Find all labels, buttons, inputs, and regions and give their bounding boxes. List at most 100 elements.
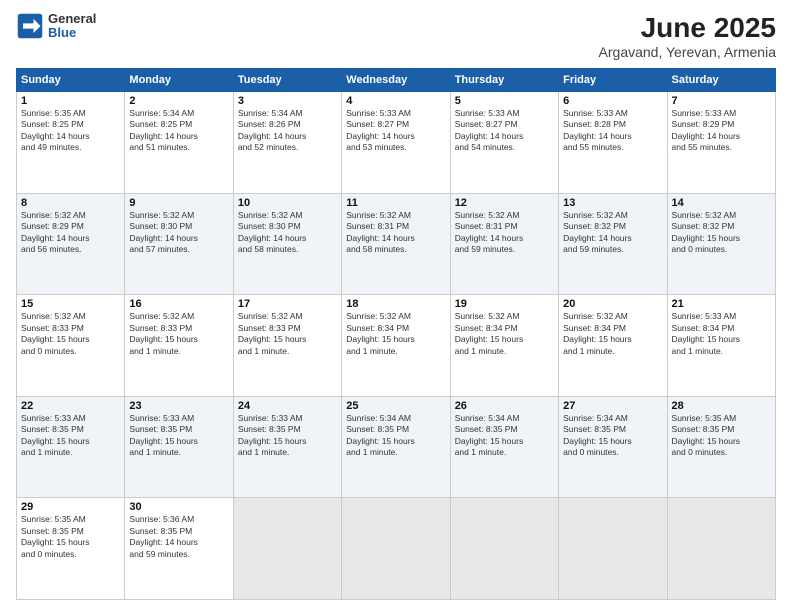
table-cell: 28Sunrise: 5:35 AM Sunset: 8:35 PM Dayli… [667, 396, 775, 498]
table-cell: 7Sunrise: 5:33 AM Sunset: 8:29 PM Daylig… [667, 92, 775, 194]
day-number: 8 [21, 197, 120, 209]
day-number: 15 [21, 298, 120, 310]
table-cell: 19Sunrise: 5:32 AM Sunset: 8:34 PM Dayli… [450, 295, 558, 397]
day-number: 11 [346, 197, 445, 209]
table-cell: 25Sunrise: 5:34 AM Sunset: 8:35 PM Dayli… [342, 396, 450, 498]
day-info: Sunrise: 5:32 AM Sunset: 8:31 PM Dayligh… [346, 210, 445, 256]
day-number: 4 [346, 95, 445, 107]
day-info: Sunrise: 5:33 AM Sunset: 8:27 PM Dayligh… [455, 108, 554, 154]
day-number: 3 [238, 95, 337, 107]
day-info: Sunrise: 5:32 AM Sunset: 8:33 PM Dayligh… [238, 311, 337, 357]
table-cell: 5Sunrise: 5:33 AM Sunset: 8:27 PM Daylig… [450, 92, 558, 194]
day-info: Sunrise: 5:34 AM Sunset: 8:25 PM Dayligh… [129, 108, 228, 154]
table-cell: 2Sunrise: 5:34 AM Sunset: 8:25 PM Daylig… [125, 92, 233, 194]
day-number: 26 [455, 400, 554, 412]
table-cell: 1Sunrise: 5:35 AM Sunset: 8:25 PM Daylig… [17, 92, 125, 194]
col-sunday: Sunday [17, 69, 125, 92]
day-info: Sunrise: 5:32 AM Sunset: 8:34 PM Dayligh… [346, 311, 445, 357]
day-number: 7 [672, 95, 771, 107]
table-cell: 15Sunrise: 5:32 AM Sunset: 8:33 PM Dayli… [17, 295, 125, 397]
calendar-row-5: 29Sunrise: 5:35 AM Sunset: 8:35 PM Dayli… [17, 498, 776, 600]
table-cell: 3Sunrise: 5:34 AM Sunset: 8:26 PM Daylig… [233, 92, 341, 194]
day-number: 9 [129, 197, 228, 209]
table-cell: 16Sunrise: 5:32 AM Sunset: 8:33 PM Dayli… [125, 295, 233, 397]
logo: General Blue [16, 12, 96, 41]
day-number: 18 [346, 298, 445, 310]
day-info: Sunrise: 5:32 AM Sunset: 8:33 PM Dayligh… [129, 311, 228, 357]
table-cell [450, 498, 558, 600]
col-monday: Monday [125, 69, 233, 92]
logo-icon [16, 12, 44, 40]
day-number: 29 [21, 501, 120, 513]
table-cell [667, 498, 775, 600]
day-info: Sunrise: 5:32 AM Sunset: 8:31 PM Dayligh… [455, 210, 554, 256]
col-thursday: Thursday [450, 69, 558, 92]
logo-blue: Blue [48, 26, 96, 40]
calendar-page: General Blue June 2025 Argavand, Yerevan… [0, 0, 792, 612]
day-number: 30 [129, 501, 228, 513]
calendar-row-2: 8Sunrise: 5:32 AM Sunset: 8:29 PM Daylig… [17, 193, 776, 295]
day-info: Sunrise: 5:34 AM Sunset: 8:35 PM Dayligh… [563, 413, 662, 459]
table-cell: 22Sunrise: 5:33 AM Sunset: 8:35 PM Dayli… [17, 396, 125, 498]
day-info: Sunrise: 5:32 AM Sunset: 8:30 PM Dayligh… [238, 210, 337, 256]
table-cell: 13Sunrise: 5:32 AM Sunset: 8:32 PM Dayli… [559, 193, 667, 295]
day-info: Sunrise: 5:33 AM Sunset: 8:35 PM Dayligh… [238, 413, 337, 459]
day-number: 12 [455, 197, 554, 209]
day-number: 5 [455, 95, 554, 107]
day-info: Sunrise: 5:34 AM Sunset: 8:35 PM Dayligh… [455, 413, 554, 459]
table-cell: 21Sunrise: 5:33 AM Sunset: 8:34 PM Dayli… [667, 295, 775, 397]
day-number: 22 [21, 400, 120, 412]
day-info: Sunrise: 5:32 AM Sunset: 8:29 PM Dayligh… [21, 210, 120, 256]
day-number: 24 [238, 400, 337, 412]
calendar-header-row: Sunday Monday Tuesday Wednesday Thursday… [17, 69, 776, 92]
col-friday: Friday [559, 69, 667, 92]
day-number: 20 [563, 298, 662, 310]
header: General Blue June 2025 Argavand, Yerevan… [16, 12, 776, 60]
day-info: Sunrise: 5:33 AM Sunset: 8:28 PM Dayligh… [563, 108, 662, 154]
table-cell: 18Sunrise: 5:32 AM Sunset: 8:34 PM Dayli… [342, 295, 450, 397]
day-info: Sunrise: 5:33 AM Sunset: 8:34 PM Dayligh… [672, 311, 771, 357]
day-info: Sunrise: 5:32 AM Sunset: 8:34 PM Dayligh… [563, 311, 662, 357]
table-cell: 14Sunrise: 5:32 AM Sunset: 8:32 PM Dayli… [667, 193, 775, 295]
day-info: Sunrise: 5:33 AM Sunset: 8:35 PM Dayligh… [21, 413, 120, 459]
day-info: Sunrise: 5:35 AM Sunset: 8:35 PM Dayligh… [672, 413, 771, 459]
day-number: 21 [672, 298, 771, 310]
table-cell: 17Sunrise: 5:32 AM Sunset: 8:33 PM Dayli… [233, 295, 341, 397]
table-cell: 29Sunrise: 5:35 AM Sunset: 8:35 PM Dayli… [17, 498, 125, 600]
calendar-row-4: 22Sunrise: 5:33 AM Sunset: 8:35 PM Dayli… [17, 396, 776, 498]
page-title: June 2025 [599, 12, 776, 44]
title-area: June 2025 Argavand, Yerevan, Armenia [599, 12, 776, 60]
day-number: 25 [346, 400, 445, 412]
day-info: Sunrise: 5:34 AM Sunset: 8:26 PM Dayligh… [238, 108, 337, 154]
day-info: Sunrise: 5:33 AM Sunset: 8:27 PM Dayligh… [346, 108, 445, 154]
day-info: Sunrise: 5:32 AM Sunset: 8:30 PM Dayligh… [129, 210, 228, 256]
table-cell [559, 498, 667, 600]
day-info: Sunrise: 5:35 AM Sunset: 8:35 PM Dayligh… [21, 514, 120, 560]
table-cell: 26Sunrise: 5:34 AM Sunset: 8:35 PM Dayli… [450, 396, 558, 498]
calendar-row-3: 15Sunrise: 5:32 AM Sunset: 8:33 PM Dayli… [17, 295, 776, 397]
table-cell: 20Sunrise: 5:32 AM Sunset: 8:34 PM Dayli… [559, 295, 667, 397]
table-cell: 27Sunrise: 5:34 AM Sunset: 8:35 PM Dayli… [559, 396, 667, 498]
day-number: 14 [672, 197, 771, 209]
day-info: Sunrise: 5:32 AM Sunset: 8:33 PM Dayligh… [21, 311, 120, 357]
day-info: Sunrise: 5:32 AM Sunset: 8:34 PM Dayligh… [455, 311, 554, 357]
table-cell [342, 498, 450, 600]
day-number: 17 [238, 298, 337, 310]
table-cell: 11Sunrise: 5:32 AM Sunset: 8:31 PM Dayli… [342, 193, 450, 295]
day-number: 19 [455, 298, 554, 310]
day-number: 28 [672, 400, 771, 412]
logo-general: General [48, 12, 96, 26]
table-cell: 12Sunrise: 5:32 AM Sunset: 8:31 PM Dayli… [450, 193, 558, 295]
day-number: 23 [129, 400, 228, 412]
table-cell: 9Sunrise: 5:32 AM Sunset: 8:30 PM Daylig… [125, 193, 233, 295]
table-cell: 4Sunrise: 5:33 AM Sunset: 8:27 PM Daylig… [342, 92, 450, 194]
day-number: 13 [563, 197, 662, 209]
page-subtitle: Argavand, Yerevan, Armenia [599, 44, 776, 60]
table-cell: 10Sunrise: 5:32 AM Sunset: 8:30 PM Dayli… [233, 193, 341, 295]
day-number: 1 [21, 95, 120, 107]
day-number: 10 [238, 197, 337, 209]
day-info: Sunrise: 5:32 AM Sunset: 8:32 PM Dayligh… [672, 210, 771, 256]
day-info: Sunrise: 5:36 AM Sunset: 8:35 PM Dayligh… [129, 514, 228, 560]
col-saturday: Saturday [667, 69, 775, 92]
day-number: 16 [129, 298, 228, 310]
